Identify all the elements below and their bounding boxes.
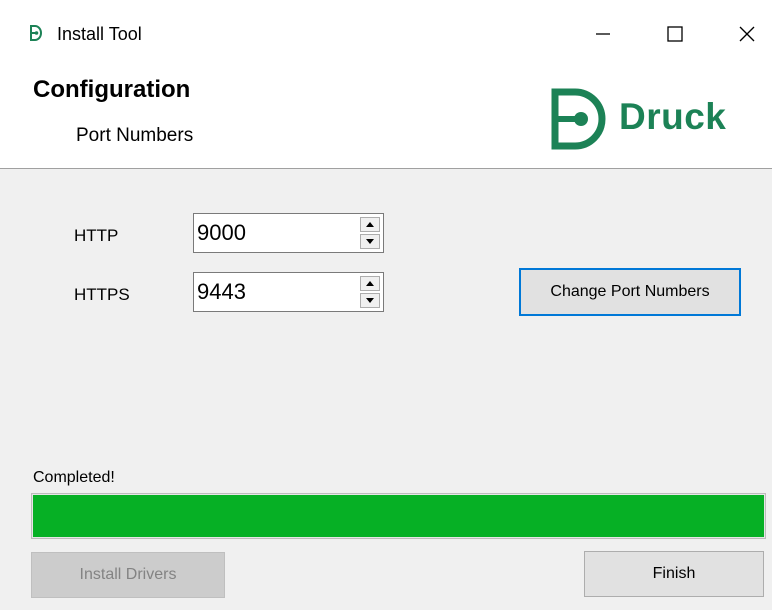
title-bar: Install Tool: [0, 0, 772, 60]
status-text: Completed!: [33, 469, 115, 486]
logo-text: Druck: [619, 96, 727, 137]
https-label: HTTPS: [74, 285, 130, 304]
install-drivers-button[interactable]: Install Drivers: [31, 552, 225, 598]
arrow-up-icon: [366, 281, 374, 286]
install-tool-window: Install Tool Configuration Port Numbers: [0, 0, 772, 610]
minimize-button[interactable]: [580, 12, 626, 56]
arrow-down-icon: [366, 239, 374, 244]
maximize-icon: [667, 26, 683, 42]
window-title: Install Tool: [57, 24, 142, 44]
maximize-button[interactable]: [652, 12, 698, 56]
https-port-input[interactable]: [197, 277, 347, 307]
http-port-stepper[interactable]: [193, 213, 384, 253]
arrow-up-icon: [366, 222, 374, 227]
close-button[interactable]: [723, 12, 769, 56]
http-label: HTTP: [74, 226, 119, 245]
arrow-down-icon: [366, 298, 374, 303]
druck-logo: Druck: [551, 88, 741, 150]
close-icon: [739, 26, 755, 42]
http-increment-button[interactable]: [360, 217, 380, 232]
https-spin-buttons: [360, 276, 380, 308]
https-port-stepper[interactable]: [193, 272, 384, 312]
page-title: Configuration: [33, 76, 191, 103]
minimize-icon: [596, 33, 610, 35]
change-port-numbers-button[interactable]: Change Port Numbers: [519, 268, 741, 316]
http-port-input[interactable]: [197, 218, 347, 248]
wizard-header: Configuration Port Numbers Druck: [0, 60, 772, 169]
https-decrement-button[interactable]: [360, 293, 380, 308]
progress-bar: [31, 493, 766, 539]
page-subtitle: Port Numbers: [76, 125, 194, 146]
https-increment-button[interactable]: [360, 276, 380, 291]
http-decrement-button[interactable]: [360, 234, 380, 249]
http-spin-buttons: [360, 217, 380, 249]
finish-button[interactable]: Finish: [584, 551, 764, 597]
druck-logo-icon: [30, 25, 42, 41]
druck-logo-mark: [551, 88, 606, 150]
progress-fill: [33, 495, 764, 537]
